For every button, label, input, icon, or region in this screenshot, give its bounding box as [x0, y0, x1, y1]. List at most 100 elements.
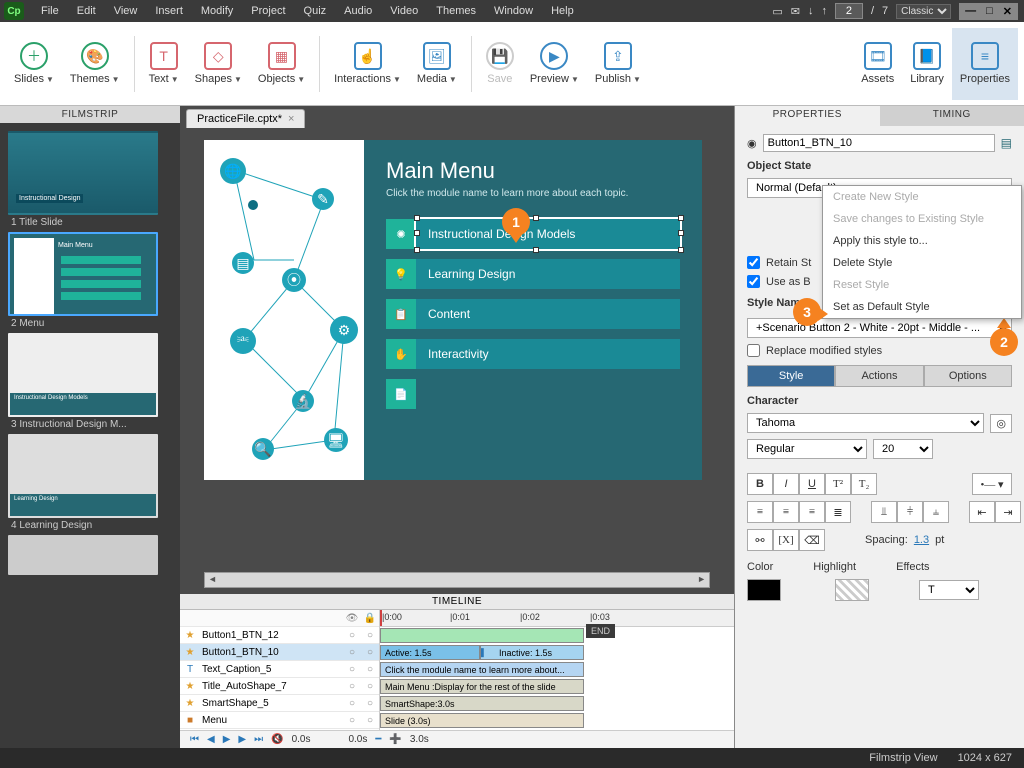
- font-weight-select[interactable]: Regular: [747, 439, 867, 459]
- replace-styles-checkbox[interactable]: [747, 344, 760, 357]
- timeline-ruler[interactable]: |0:00 |0:01 |0:02 |0:03: [380, 610, 734, 627]
- object-name-input[interactable]: [763, 134, 995, 152]
- workspace-select[interactable]: Classic: [896, 4, 951, 19]
- tl-zoomout-icon[interactable]: ━: [375, 734, 381, 745]
- timeline-bar-inactive[interactable]: ❚❚Inactive: 1.5s: [480, 645, 584, 660]
- ribbon-interactions[interactable]: ☝Interactions▼: [326, 28, 409, 100]
- typekit-icon[interactable]: ◎: [990, 414, 1012, 433]
- panel-tab-properties[interactable]: PROPERTIES: [735, 106, 880, 126]
- tl-zoomin-icon[interactable]: ➕: [389, 734, 401, 745]
- useas-checkbox[interactable]: [747, 275, 760, 288]
- menu-help[interactable]: Help: [542, 5, 583, 17]
- ribbon-slides[interactable]: ＋Slides▼: [6, 28, 62, 100]
- timeline-controls[interactable]: ⏮ ◀ ▶ ▶ ⏭ 🔇 0.0s 0.0s ━ ➕ 3.0s: [180, 730, 734, 748]
- ribbon-media[interactable]: 🖼Media▼: [409, 28, 465, 100]
- var-button[interactable]: [X]: [773, 529, 799, 551]
- ribbon-assets[interactable]: 🎞Assets: [853, 28, 902, 100]
- highlight-swatch[interactable]: [835, 579, 869, 601]
- subtab-style[interactable]: Style: [747, 365, 835, 387]
- filmstrip-thumb-2[interactable]: Main Menu 2 Menu: [8, 232, 172, 329]
- indent-left-button[interactable]: ⇤: [969, 501, 995, 523]
- menu-modify[interactable]: Modify: [192, 5, 242, 17]
- panel-menu-icon[interactable]: ▤: [1001, 136, 1012, 150]
- down-arrow-icon[interactable]: ↓: [808, 5, 814, 17]
- subscript-button[interactable]: T₂: [851, 473, 877, 495]
- timeline-row-4[interactable]: ★Title_AutoShape_7○○: [180, 678, 379, 695]
- layout-icon[interactable]: ▭: [772, 5, 782, 18]
- menu-view[interactable]: View: [105, 5, 147, 17]
- tl-mute-icon[interactable]: 🔇: [271, 734, 283, 745]
- ribbon-objects[interactable]: ▦Objects▼: [250, 28, 313, 100]
- indent-right-button[interactable]: ⇥: [995, 501, 1021, 523]
- menu-button-3[interactable]: 📋Content: [386, 299, 680, 329]
- bold-button[interactable]: B: [747, 473, 773, 495]
- panel-tab-timing[interactable]: TIMING: [880, 106, 1024, 126]
- tl-first-icon[interactable]: ⏮: [190, 734, 199, 745]
- color-swatch[interactable]: [747, 579, 781, 601]
- ribbon-themes[interactable]: 🎨Themes▼: [62, 28, 128, 100]
- effects-select[interactable]: T: [919, 580, 979, 600]
- menu-window[interactable]: Window: [485, 5, 542, 17]
- timeline-row-5[interactable]: ★SmartShape_5○○: [180, 695, 379, 712]
- timeline-row-6[interactable]: ■Menu○○: [180, 712, 379, 729]
- menu-quiz[interactable]: Quiz: [295, 5, 336, 17]
- document-tab[interactable]: PracticeFile.cptx* ×: [186, 109, 305, 128]
- menu-button-5[interactable]: 📄: [386, 379, 426, 409]
- subtab-actions[interactable]: Actions: [835, 365, 923, 387]
- filmstrip-thumb-1[interactable]: Instructional Design 1 Title Slide: [8, 131, 172, 228]
- canvas-hscrollbar[interactable]: [204, 572, 710, 588]
- filmstrip-thumb-3[interactable]: Instructional Design Models 3 Instructio…: [8, 333, 172, 430]
- italic-button[interactable]: I: [773, 473, 799, 495]
- window-min-icon[interactable]: —: [965, 5, 976, 18]
- ribbon-preview[interactable]: ▶Preview▼: [522, 28, 587, 100]
- ctx-delete-style[interactable]: Delete Style: [823, 252, 1021, 274]
- timeline-bar-6[interactable]: Slide (3.0s): [380, 713, 584, 728]
- menu-button-2[interactable]: 💡Learning Design: [386, 259, 680, 289]
- slide-canvas[interactable]: 🌐 ✎ ⦿ ▤ ⚙ ⎃ 🔬 🖥 🔍 Main Menu Click the mo…: [204, 140, 702, 480]
- tl-prev-icon[interactable]: ◀: [207, 734, 215, 745]
- window-close-icon[interactable]: ✕: [1003, 5, 1012, 18]
- ctx-apply-style[interactable]: Apply this style to...: [823, 230, 1021, 252]
- valign-top-button[interactable]: ⫫: [871, 501, 897, 523]
- timeline-row-3[interactable]: TText_Caption_5○○: [180, 661, 379, 678]
- up-arrow-icon[interactable]: ↑: [821, 5, 827, 17]
- eye-icon[interactable]: 👁: [343, 613, 361, 624]
- ribbon-library[interactable]: 📘Library: [902, 28, 952, 100]
- ctx-set-default-style[interactable]: Set as Default Style: [823, 296, 1021, 318]
- menu-button-4[interactable]: ✋Interactivity: [386, 339, 680, 369]
- lock-icon[interactable]: 🔒: [361, 613, 379, 624]
- menu-audio[interactable]: Audio: [335, 5, 381, 17]
- timeline-row-2[interactable]: ★Button1_BTN_10○○: [180, 644, 379, 661]
- font-size-select[interactable]: 20: [873, 439, 933, 459]
- menu-file[interactable]: File: [32, 5, 68, 17]
- ribbon-publish[interactable]: ⇪Publish▼: [587, 28, 649, 100]
- window-max-icon[interactable]: □: [986, 5, 993, 18]
- align-justify-button[interactable]: ≣: [825, 501, 851, 523]
- align-center-button[interactable]: ≡: [773, 501, 799, 523]
- valign-bot-button[interactable]: ⫨: [923, 501, 949, 523]
- filmstrip-thumb-4[interactable]: Learning Design 4 Learning Design: [8, 434, 172, 531]
- spacing-value[interactable]: 1.3: [914, 534, 929, 546]
- timeline-row-1[interactable]: ★Button1_BTN_12○○: [180, 627, 379, 644]
- filmstrip-thumb-5[interactable]: [8, 535, 172, 575]
- page-current-input[interactable]: 2: [835, 3, 863, 19]
- menu-themes[interactable]: Themes: [427, 5, 485, 17]
- timeline-bar-active[interactable]: Active: 1.5s: [380, 645, 480, 660]
- align-left-button[interactable]: ≡: [747, 501, 773, 523]
- ribbon-shapes[interactable]: ◇Shapes▼: [187, 28, 250, 100]
- link-button[interactable]: ⚯: [747, 529, 773, 551]
- style-context-menu[interactable]: Create New Style Save changes to Existin…: [822, 185, 1022, 319]
- tl-next-icon[interactable]: ▶: [238, 734, 246, 745]
- menu-video[interactable]: Video: [381, 5, 427, 17]
- subtab-options[interactable]: Options: [924, 365, 1012, 387]
- timeline-bar-4[interactable]: Main Menu :Display for the rest of the s…: [380, 679, 584, 694]
- tl-play-icon[interactable]: ▶: [223, 734, 231, 745]
- ribbon-properties[interactable]: ≡Properties: [952, 28, 1018, 100]
- ribbon-text[interactable]: TText▼: [141, 28, 187, 100]
- clear-button[interactable]: ⌫: [799, 529, 825, 551]
- retain-checkbox[interactable]: [747, 256, 760, 269]
- font-family-select[interactable]: Tahoma: [747, 413, 984, 433]
- align-right-button[interactable]: ≡: [799, 501, 825, 523]
- list-button[interactable]: •— ▾: [972, 473, 1012, 495]
- valign-mid-button[interactable]: ⫩: [897, 501, 923, 523]
